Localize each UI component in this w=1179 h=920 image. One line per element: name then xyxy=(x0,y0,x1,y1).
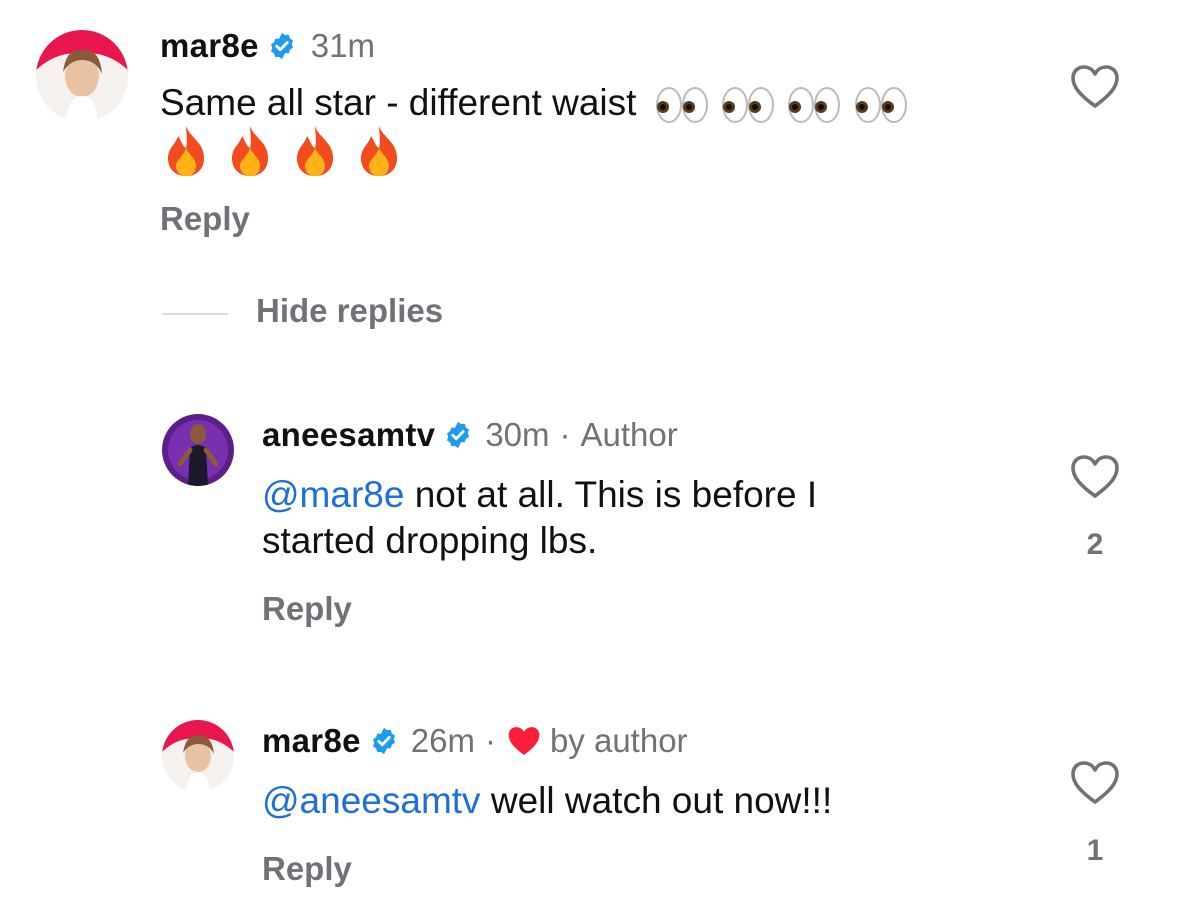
like-heart-icon[interactable] xyxy=(1070,760,1120,806)
author-badge: Author xyxy=(580,416,678,453)
reply-username[interactable]: mar8e xyxy=(262,722,361,760)
eyes-icon xyxy=(655,87,708,124)
mention-link[interactable]: @mar8e xyxy=(262,474,404,515)
fire-emoji-group xyxy=(160,124,405,180)
reply-time: 30m xyxy=(485,416,550,453)
liked-heart-icon xyxy=(508,727,540,755)
like-heart-icon[interactable] xyxy=(1070,454,1120,500)
verified-icon xyxy=(372,727,395,755)
comment-username[interactable]: mar8e xyxy=(160,27,259,65)
like-count: 2 xyxy=(1086,528,1104,561)
reply-text-content: well watch out now!!! xyxy=(480,780,833,821)
like-count: 1 xyxy=(1086,834,1104,867)
eyes-icon xyxy=(854,87,907,124)
meta-separator: · xyxy=(484,722,496,759)
liked-by-label: by author xyxy=(549,722,688,759)
meta-separator: · xyxy=(559,416,571,453)
hide-replies-divider xyxy=(162,313,228,315)
fire-icon xyxy=(296,126,333,176)
fire-icon xyxy=(168,126,204,176)
avatar-mar8e[interactable] xyxy=(162,720,234,792)
mention-link[interactable]: @aneesamtv xyxy=(262,780,481,821)
reply-time: 26m xyxy=(410,722,475,759)
avatar-mar8e[interactable] xyxy=(36,30,128,122)
reply-button[interactable]: Reply xyxy=(262,590,352,628)
reply-text: @aneesamtv well watch out now!!! xyxy=(262,778,1022,824)
fire-icon xyxy=(232,126,269,176)
comment-text: Same all star - different waist xyxy=(160,80,1040,126)
eyes-icon xyxy=(721,87,774,124)
comment-time: 31m xyxy=(310,27,375,64)
eyes-icon xyxy=(788,87,841,124)
like-heart-icon[interactable] xyxy=(1070,64,1120,110)
reply-text: @mar8e not at all. This is before I star… xyxy=(262,472,1022,564)
reply-text-line1: not at all. This is before I xyxy=(404,474,818,515)
reply-text-line2: started dropping lbs. xyxy=(262,520,598,561)
avatar-aneesamtv[interactable] xyxy=(162,414,234,486)
fire-icon xyxy=(361,126,398,176)
reply-button[interactable]: Reply xyxy=(160,200,250,238)
reply-button[interactable]: Reply xyxy=(262,850,352,888)
reply-username[interactable]: aneesamtv xyxy=(262,416,435,454)
verified-icon xyxy=(447,421,470,449)
eyes-emoji-group xyxy=(655,82,910,124)
hide-replies-button[interactable]: Hide replies xyxy=(256,292,443,330)
verified-icon xyxy=(270,32,293,60)
comment-text-content: Same all star - different waist xyxy=(160,82,637,123)
